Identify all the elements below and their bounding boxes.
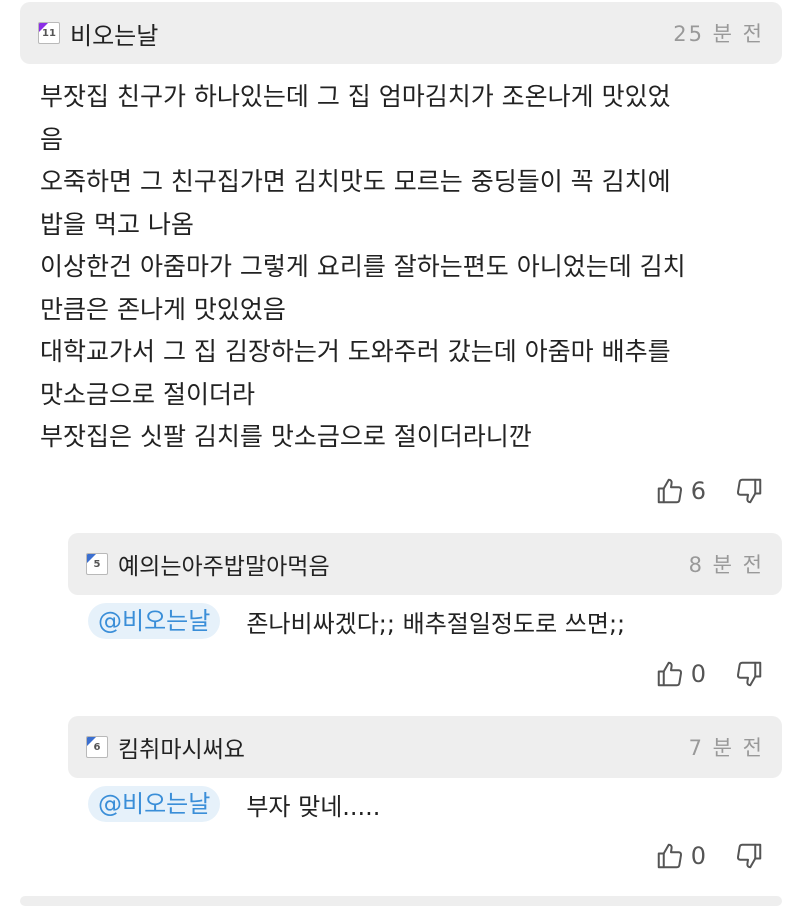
like-button[interactable] <box>655 476 685 506</box>
like-count: 0 <box>690 842 706 870</box>
reply-text: 존나비싸겠다;; 배추절일정도로 쓰면;; <box>246 609 626 638</box>
dislike-button[interactable] <box>734 659 764 689</box>
comment-header: 11 비오는날 25 분 전 <box>20 2 782 64</box>
vote-row: 0 <box>655 841 764 871</box>
like-count: 0 <box>690 660 706 688</box>
reply-text: 부자 맞네..... <box>246 792 381 821</box>
vote-row: 0 <box>655 659 764 689</box>
author-nickname[interactable]: 예의는아주밥말아먹음 <box>118 547 330 581</box>
dislike-button[interactable] <box>734 841 764 871</box>
comment-line: 이상한건 아줌마가 그렇게 요리를 잘하는편도 아니었는데 김치 <box>40 252 686 281</box>
comment-line: 부잣집은 싯팔 김치를 맛소금으로 절이더라니깐 <box>40 422 532 451</box>
comment-line: 밥을 먹고 나옴 <box>40 209 194 239</box>
comment-line: 맛소금으로 절이더라 <box>40 379 255 409</box>
level-badge-icon: 5 <box>86 553 108 575</box>
comment-line: 대학교가서 그 집 김장하는거 도와주러 갔는데 아줌마 배추를 <box>40 337 671 366</box>
thumbs-up-icon <box>657 478 682 504</box>
thumbs-down-icon <box>736 661 762 687</box>
comment-line: 오죽하면 그 친구집가면 김치맛도 모르는 중딩들이 꼭 김치에 <box>40 167 671 196</box>
next-comment-header <box>20 896 782 906</box>
thumbs-up-icon <box>657 843 682 869</box>
mention-tag[interactable]: @비오는날 <box>88 603 221 639</box>
comment-time: 8 분 전 <box>688 553 764 577</box>
level-badge-icon: 11 <box>38 22 60 44</box>
comment-time: 25 분 전 <box>673 22 764 46</box>
vote-row: 6 <box>655 476 764 506</box>
comment-line: 음 <box>40 124 64 154</box>
level-badge-icon: 6 <box>86 736 108 758</box>
mention-tag[interactable]: @비오는날 <box>88 786 221 822</box>
comment-line: 만큼은 존나게 맛있었음 <box>40 294 286 324</box>
thumbs-down-icon <box>736 478 762 504</box>
reply-body: @비오는날 존나비싸겠다;; 배추절일정도로 쓰면;; <box>88 603 625 639</box>
like-button[interactable] <box>655 841 685 871</box>
comment-body: 부잣집 친구가 하나있는데 그 집 엄마김치가 조온나게 맛있었 음 오죽하면 … <box>40 76 770 459</box>
thumbs-up-icon <box>657 661 682 687</box>
reply-header: 5 예의는아주밥말아먹음 8 분 전 <box>68 533 782 595</box>
comment-time: 7 분 전 <box>688 736 764 760</box>
thumbs-down-icon <box>736 843 762 869</box>
dislike-button[interactable] <box>734 476 764 506</box>
comment-line: 부잣집 친구가 하나있는데 그 집 엄마김치가 조온나게 맛있었 <box>40 82 671 111</box>
author-nickname[interactable]: 킴취마시써요 <box>118 730 245 764</box>
author-nickname[interactable]: 비오는날 <box>70 16 158 51</box>
reply-header: 6 킴취마시써요 7 분 전 <box>68 716 782 778</box>
reply-body: @비오는날 부자 맞네..... <box>88 786 380 822</box>
like-count: 6 <box>690 477 706 505</box>
like-button[interactable] <box>655 659 685 689</box>
